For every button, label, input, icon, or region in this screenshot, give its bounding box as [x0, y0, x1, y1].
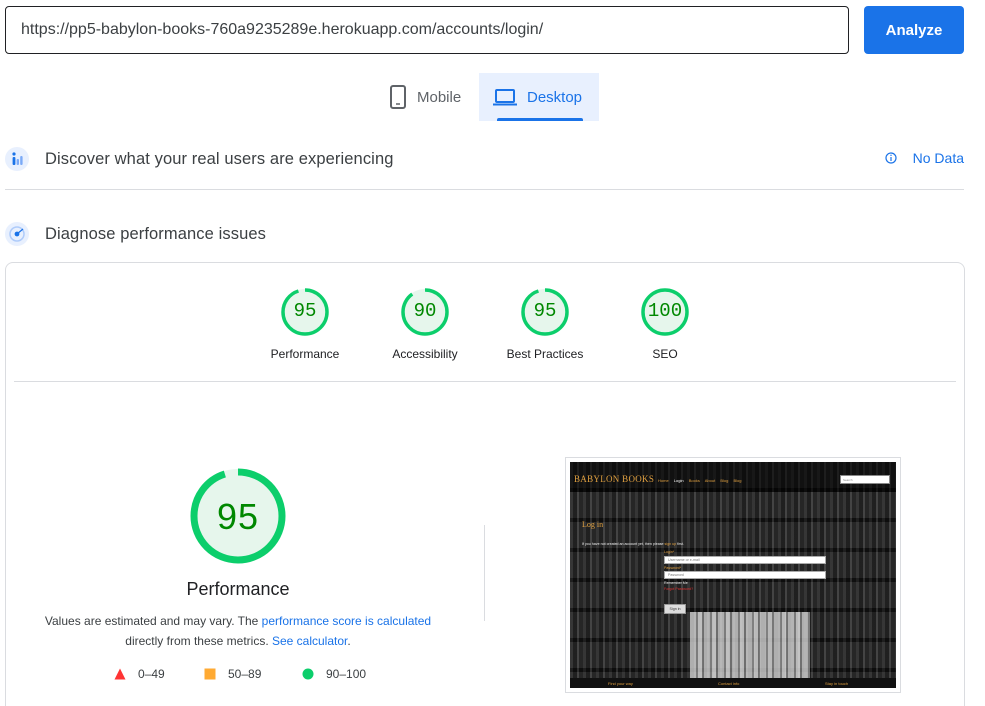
screenshot-search: Search [840, 475, 890, 484]
screenshot-heading: Log in [582, 520, 604, 529]
vertical-divider [484, 525, 485, 621]
screenshot-footer: Find your way Contact info Stay in touch [570, 678, 896, 688]
score-description: Values are estimated and may vary. The p… [26, 611, 450, 651]
page-screenshot: BABYLON BOOKS Home Login Books About Blo… [565, 457, 901, 693]
legend-fail-range: 0–49 [138, 667, 165, 681]
url-bar: Analyze [5, 6, 964, 54]
screenshot-image: BABYLON BOOKS Home Login Books About Blo… [570, 462, 896, 688]
card-divider [14, 381, 956, 382]
screenshot-footer-item: Contact info [718, 681, 740, 686]
url-input[interactable] [5, 6, 849, 54]
books-photo [690, 612, 810, 682]
screenshot-password-field: Password [664, 571, 826, 579]
tab-mobile[interactable]: Mobile [375, 73, 479, 121]
legend-fail: 0–49 [114, 667, 165, 681]
gauge-seo[interactable]: 100 SEO [605, 287, 725, 361]
score-gauges: 95 Performance 90 Accessibility 95 Best … [6, 287, 964, 367]
legend-pass: 90–100 [302, 667, 366, 681]
gauge-accessibility[interactable]: 90 Accessibility [365, 287, 485, 361]
screenshot-nav-item: Login [673, 478, 684, 483]
gauge-best-practices-label: Best Practices [506, 347, 584, 361]
screenshot-login-label: Login* [664, 550, 675, 554]
device-tabs: Mobile Desktop [375, 73, 599, 121]
score-calculated-link[interactable]: performance score is calculated [262, 614, 431, 628]
field-data-title: Discover what your real users are experi… [45, 149, 394, 168]
lab-data-title: Diagnose performance issues [45, 224, 266, 243]
see-calculator-link[interactable]: See calculator [272, 634, 347, 648]
gauge-performance-label: Performance [270, 347, 340, 361]
tab-mobile-label: Mobile [417, 88, 462, 106]
legend-pass-range: 90–100 [326, 667, 367, 681]
field-data-header: Discover what your real users are experi… [5, 139, 964, 179]
tab-desktop[interactable]: Desktop [479, 73, 599, 121]
screenshot-remember: Remember Me [664, 581, 688, 585]
lab-data-header: Diagnose performance issues [5, 214, 964, 254]
gauge-accessibility-label: Accessibility [392, 347, 458, 361]
desc-prefix: Values are estimated and may vary. The [44, 614, 262, 628]
legend-average-range: 50–89 [228, 667, 262, 681]
gauge-seo-value: 100 [647, 300, 683, 322]
desc-middle: directly from these metrics. [125, 634, 272, 648]
tab-desktop-label: Desktop [527, 88, 583, 106]
report-card: 95 Performance 90 Accessibility 95 Best … [5, 262, 965, 706]
screenshot-nav-item: Blog [733, 478, 742, 483]
legend-average: 50–89 [204, 667, 261, 681]
info-icon [885, 152, 897, 164]
gauge-performance[interactable]: 95 Performance [245, 287, 365, 361]
gauge-accessibility-value: 90 [413, 300, 437, 322]
big-gauge-value: 95 [216, 496, 260, 537]
screenshot-footer-item: Stay in touch [825, 681, 849, 686]
laptop-icon [493, 89, 517, 106]
screenshot-signin: Sign in [664, 604, 686, 614]
users-chart-icon [5, 147, 29, 171]
phone-icon [390, 85, 406, 109]
screenshot-nav-item: Home [658, 478, 669, 483]
desc-end: . [347, 634, 351, 648]
analyze-button[interactable]: Analyze [864, 6, 964, 54]
screenshot-note: If you have not created an account yet, … [582, 542, 684, 546]
screenshot-nav: Home Login Books About Blog Blog [658, 478, 745, 483]
screenshot-nav-item: Books [688, 478, 700, 483]
performance-big-gauge: 95 [188, 466, 288, 566]
screenshot-brand: BABYLON BOOKS [574, 474, 655, 484]
no-data-label: No Data [912, 150, 964, 166]
screenshot-login-field: Username or e-mail [664, 556, 826, 564]
screenshot-footer-item: Find your way [608, 681, 633, 686]
big-gauge-label: Performance [186, 579, 290, 599]
lab-target-icon [5, 222, 29, 246]
gauge-performance-value: 95 [293, 300, 317, 322]
screenshot-forgot: Forgot Password? [664, 587, 694, 591]
square-icon [204, 668, 216, 680]
screenshot-password-label: Password* [664, 566, 682, 570]
gauge-best-practices[interactable]: 95 Best Practices [485, 287, 605, 361]
gauge-seo-label: SEO [652, 347, 678, 361]
circle-icon [302, 668, 314, 680]
screenshot-nav-item: About [704, 478, 716, 483]
no-data-indicator[interactable]: No Data [885, 150, 964, 166]
gauge-best-practices-value: 95 [533, 300, 557, 322]
section-divider [5, 189, 964, 190]
triangle-icon [114, 668, 126, 680]
screenshot-nav-item: Blog [720, 478, 729, 483]
